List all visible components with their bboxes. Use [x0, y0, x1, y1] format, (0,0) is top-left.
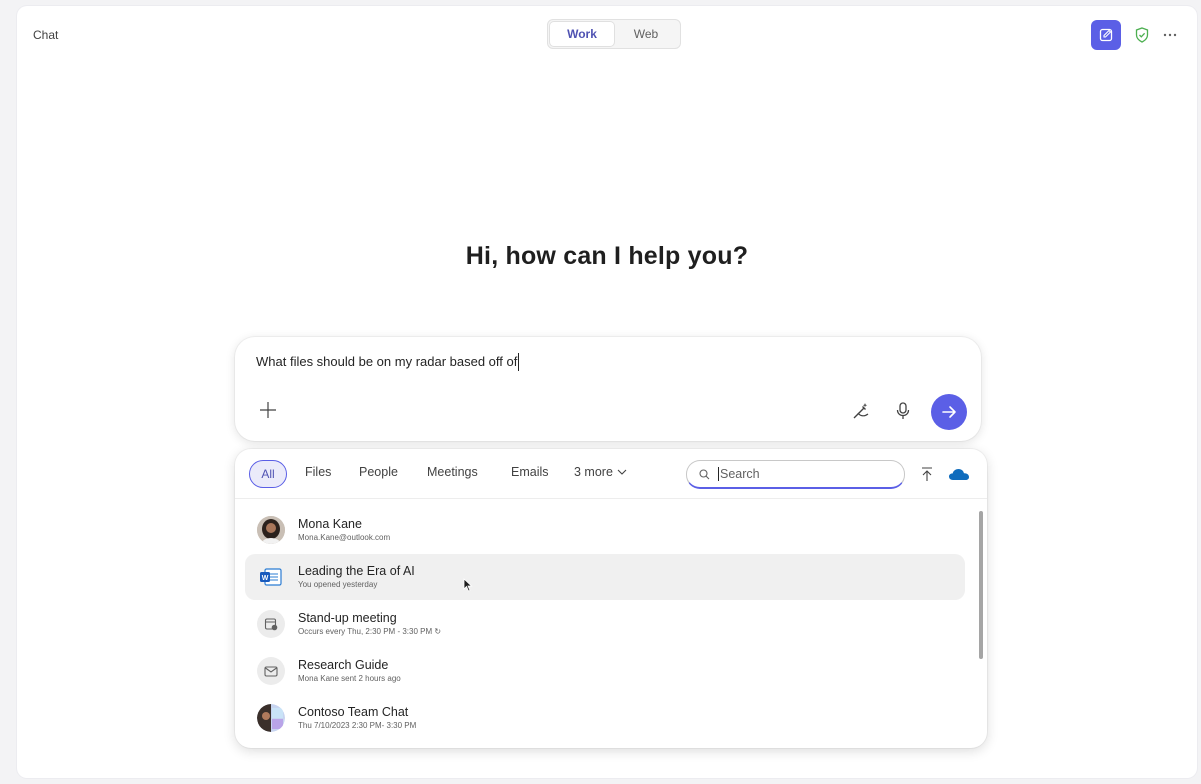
app-title: Chat	[33, 28, 59, 42]
results-scrollbar[interactable]	[979, 511, 983, 659]
new-chat-button[interactable]	[1091, 20, 1121, 50]
result-title: Leading the Era of AI	[298, 564, 415, 578]
onedrive-button[interactable]	[948, 467, 970, 483]
group-chat-avatar-icon	[257, 704, 285, 732]
chevron-down-icon	[617, 469, 627, 475]
mail-icon	[264, 665, 278, 677]
work-mode-tab[interactable]: Work	[550, 22, 614, 46]
result-person[interactable]: Mona Kane Mona.Kane@outlook.com	[245, 507, 965, 553]
attach-button[interactable]	[257, 399, 279, 421]
greeting-heading: Hi, how can I help you?	[465, 242, 749, 270]
filter-bar: All Files People Meetings Emails 3 more	[235, 449, 987, 499]
shield-check-icon	[1135, 27, 1149, 43]
search-icon	[699, 468, 710, 479]
result-title: Research Guide	[298, 658, 389, 672]
result-subtitle: Thu 7/10/2023 2:30 PM- 3:30 PM	[298, 721, 417, 730]
web-mode-tab[interactable]: Web	[614, 22, 678, 46]
result-title: Contoso Team Chat	[298, 705, 409, 719]
group-avatar	[257, 704, 285, 732]
microphone-icon	[896, 402, 910, 419]
arrow-right-icon	[942, 406, 956, 418]
mode-toggle: Work Web	[547, 19, 681, 49]
result-email[interactable]: Research Guide Mona Kane sent 2 hours ag…	[245, 648, 965, 694]
plus-icon	[260, 402, 276, 418]
result-group-chat[interactable]: Contoso Team Chat Thu 7/10/2023 2:30 PM-…	[245, 695, 965, 741]
chat-composer: What files should be on my radar based o…	[235, 337, 981, 441]
results-list: Mona Kane Mona.Kane@outlook.com W Leadin…	[245, 507, 965, 742]
message-input[interactable]: What files should be on my radar based o…	[256, 353, 520, 371]
filter-more-dropdown[interactable]: 3 more	[574, 465, 627, 479]
prompt-guide-button[interactable]	[849, 399, 873, 423]
top-actions	[1091, 20, 1177, 50]
search-input[interactable]	[718, 467, 878, 481]
avatar	[257, 516, 285, 544]
word-file-icon: W	[260, 568, 282, 586]
result-subtitle: You opened yesterday	[298, 580, 378, 589]
mouse-pointer-icon	[463, 578, 473, 592]
upload-icon	[922, 466, 932, 481]
onedrive-cloud-icon	[949, 469, 969, 480]
result-meeting[interactable]: Stand-up meeting Occurs every Thu, 2:30 …	[245, 601, 965, 647]
microphone-button[interactable]	[891, 399, 915, 423]
result-title: Mona Kane	[298, 517, 362, 531]
send-button[interactable]	[931, 394, 967, 430]
filter-more-label: 3 more	[574, 465, 613, 479]
person-avatar-icon	[257, 516, 285, 544]
ellipsis-icon	[1163, 33, 1177, 37]
meeting-thumb	[257, 610, 285, 638]
filter-emails[interactable]: Emails	[511, 465, 549, 479]
result-subtitle: Mona.Kane@outlook.com	[298, 533, 391, 542]
copilot-window: Chat Work Web Hi, how can I help you? Wh…	[17, 6, 1197, 778]
svg-text:W: W	[262, 575, 269, 582]
calendar-icon	[264, 618, 278, 631]
more-options-button[interactable]	[1163, 33, 1177, 37]
prompt-wand-icon	[853, 403, 869, 419]
filter-meetings[interactable]: Meetings	[427, 465, 478, 479]
filter-files[interactable]: Files	[305, 465, 331, 479]
email-thumb	[257, 657, 285, 685]
result-title: Stand-up meeting	[298, 611, 397, 625]
filter-all[interactable]: All	[249, 460, 287, 488]
result-subtitle: Occurs every Thu, 2:30 PM - 3:30 PM ↻	[298, 627, 442, 636]
upload-button[interactable]	[919, 465, 935, 483]
word-file-thumb: W	[257, 563, 285, 591]
new-chat-icon	[1099, 28, 1113, 42]
shield-button[interactable]	[1135, 27, 1149, 43]
result-subtitle: Mona Kane sent 2 hours ago	[298, 674, 401, 683]
result-file[interactable]: W Leading the Era of AI You opened yeste…	[245, 554, 965, 600]
context-picker: All Files People Meetings Emails 3 more	[235, 449, 987, 748]
picker-search	[686, 460, 905, 489]
filter-people[interactable]: People	[359, 465, 398, 479]
